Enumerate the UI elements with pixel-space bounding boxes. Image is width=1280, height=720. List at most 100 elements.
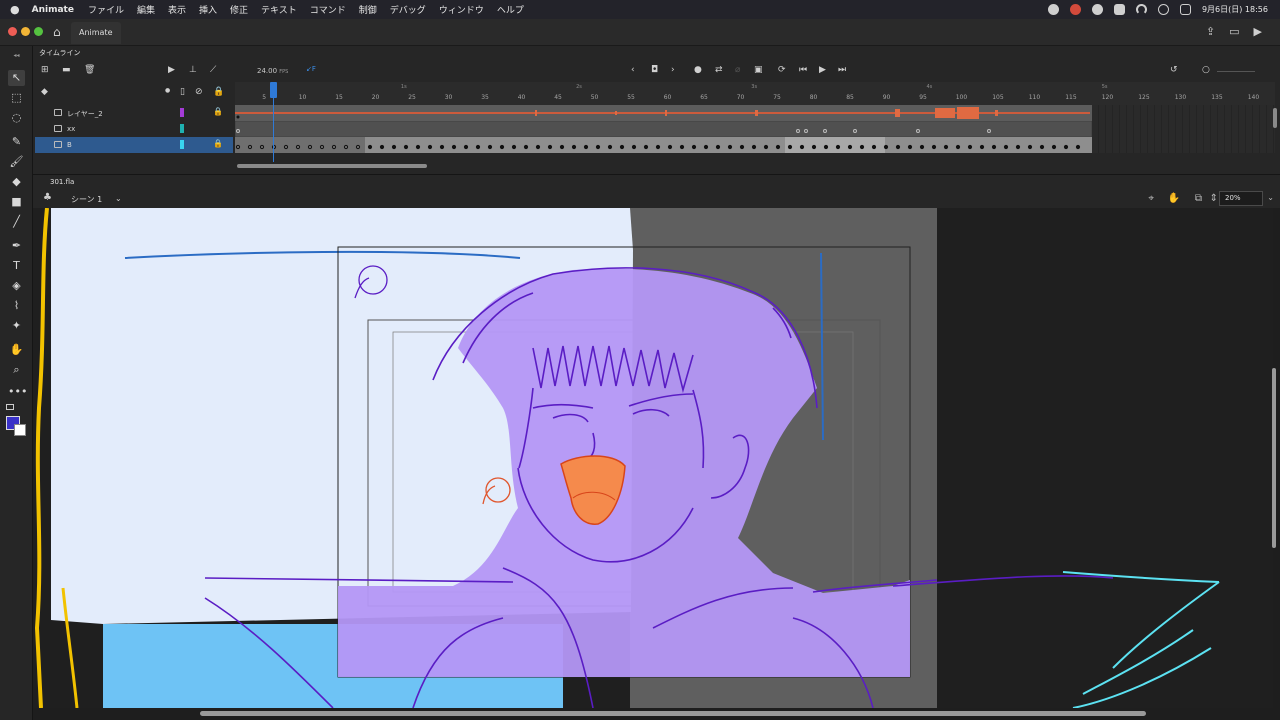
panel-toggle-icon[interactable]: ▭ [1229, 25, 1239, 38]
zoom-dropdown-icon[interactable]: ⌄ [1267, 193, 1274, 202]
prev-keyframe-icon[interactable]: ‹ [631, 65, 635, 75]
loop-icon[interactable]: ⟳ [778, 65, 786, 75]
free-transform-tool-icon[interactable]: ⬚ [8, 90, 25, 106]
menu-commands[interactable]: コマンド [310, 3, 346, 16]
layer-row-4-partial[interactable] [35, 153, 233, 162]
clip-content-icon[interactable]: ⧉ [1195, 193, 1202, 204]
timeline-zoom-slider[interactable] [1217, 71, 1255, 72]
timeline-zoom-thumb[interactable]: ○ [1202, 65, 1210, 75]
text-tool-icon[interactable]: T [8, 258, 25, 274]
menubar-clock[interactable]: 9月6日(日) 18:56 [1202, 4, 1268, 15]
fill-color-swatch[interactable] [14, 424, 26, 436]
hand-tool-icon[interactable]: ✋ [8, 342, 25, 358]
k-status-icon[interactable] [1091, 4, 1103, 15]
paint-bucket-tool-icon[interactable]: ◈ [8, 278, 25, 294]
layer-row-3[interactable]: B 🔒 [35, 137, 233, 153]
app-tab[interactable]: Animate [71, 22, 121, 44]
app-menu[interactable]: Animate [32, 5, 74, 15]
eraser-tool-icon[interactable]: ◆ [8, 174, 25, 190]
more-tools-icon[interactable]: ••• [8, 384, 27, 400]
playhead[interactable] [270, 82, 277, 98]
minimize-window-button[interactable] [21, 27, 30, 36]
menu-insert[interactable]: 挿入 [199, 3, 217, 16]
stage-vertical-scrollbar[interactable] [1272, 368, 1276, 548]
pin-tool-icon[interactable]: ✦ [8, 318, 25, 334]
frames-row-1[interactable] [235, 105, 1092, 121]
line-tool-icon[interactable]: ╱ [8, 214, 25, 230]
chevron-down-icon[interactable]: ⌄ [115, 194, 122, 203]
home-icon[interactable]: ⌂ [53, 25, 67, 39]
scene-selector[interactable]: シーン 1 [71, 194, 102, 205]
play-icon[interactable]: ▶ [819, 65, 826, 75]
layer-name[interactable]: レイヤー_2 [67, 109, 103, 119]
frame-ruler[interactable]: 5 10 15 20 25 30 35 40 45 50 55 60 65 70 75 80 85 90 95 100… [235, 82, 1275, 105]
tween-disabled-icon[interactable]: ⌀ [735, 65, 740, 75]
menu-text[interactable]: テキスト [261, 3, 297, 16]
layer-row-1[interactable]: レイヤー_2 🔒 [35, 105, 233, 121]
menu-edit[interactable]: 編集 [137, 3, 155, 16]
tools-collapse-icon[interactable]: ◂◂ [8, 48, 25, 64]
zoom-level-field[interactable]: 20% [1219, 191, 1263, 206]
layer-color-swatch[interactable] [180, 124, 184, 133]
go-to-last-icon[interactable]: ⏭ [838, 65, 846, 75]
frames-row-2[interactable] [234, 120, 1093, 138]
pencil-tool-icon[interactable]: ✎ [8, 134, 25, 150]
menu-help[interactable]: ヘルプ [497, 3, 524, 16]
menu-window[interactable]: ウィンドウ [439, 3, 484, 16]
visibility-column-icon[interactable]: ⊘ [195, 87, 203, 97]
edit-multiple-frames-icon[interactable]: ⇄ [715, 65, 723, 75]
close-window-button[interactable] [8, 27, 17, 36]
creative-cloud-icon[interactable] [1069, 4, 1081, 15]
lock-column-icon[interactable]: 🔒 [213, 87, 224, 97]
layer-color-swatch[interactable] [180, 140, 184, 149]
zoom-tool-icon[interactable]: ⌕ [8, 362, 25, 378]
test-movie-icon[interactable]: ▶ [1254, 25, 1262, 38]
menu-view[interactable]: 表示 [168, 3, 186, 16]
default-colors-icon[interactable] [6, 404, 14, 410]
layer-row-2[interactable]: xx [35, 121, 233, 137]
chat-status-icon[interactable] [1047, 4, 1059, 15]
wifi-icon[interactable] [1135, 4, 1147, 15]
menu-debug[interactable]: デバッグ [390, 3, 426, 16]
fps-display[interactable]: 24.00 FPS [257, 67, 288, 75]
eyedropper-tool-icon[interactable]: ⌇ [8, 298, 25, 314]
timeline-horizontal-scrollbar[interactable] [237, 164, 427, 168]
stage-canvas[interactable] [33, 208, 1273, 708]
layer-name[interactable]: B [67, 141, 72, 149]
new-folder-icon[interactable]: ▬ [62, 65, 71, 75]
share-icon[interactable]: ⇪ [1206, 25, 1215, 38]
rectangle-tool-icon[interactable]: ■ [8, 194, 25, 210]
input-method-icon[interactable] [1113, 4, 1125, 15]
layer-name[interactable]: xx [67, 125, 75, 133]
menu-modify[interactable]: 修正 [230, 3, 248, 16]
graph-icon[interactable]: ⟋ [210, 65, 216, 75]
go-to-first-icon[interactable]: ⏮ [799, 65, 807, 75]
timeline-vertical-scrollbar[interactable] [1273, 108, 1277, 128]
outline-column-icon[interactable]: ▯ [180, 87, 185, 97]
frames-row-3[interactable] [235, 137, 1092, 153]
zoom-stepper-icon[interactable]: ⇕ [1210, 193, 1218, 204]
menu-control[interactable]: 制御 [359, 3, 377, 16]
layers-stack-icon[interactable]: ◆ [41, 87, 48, 97]
pen-tool-icon[interactable]: ✒ [8, 238, 25, 254]
lock-icon[interactable]: 🔒 [213, 107, 223, 116]
insert-frame-icon[interactable]: ▣ [754, 65, 763, 75]
camera-icon[interactable]: ▶ [168, 65, 175, 75]
document-tab[interactable]: 301.fla [50, 178, 74, 186]
delete-layer-icon[interactable]: 🗑 [84, 65, 95, 75]
stage-horizontal-scrollbar[interactable] [200, 711, 1146, 716]
reset-scale-icon[interactable]: ↺ [1170, 65, 1178, 75]
new-layer-icon[interactable]: ⊞ [41, 65, 49, 75]
lock-icon[interactable]: 🔒 [213, 139, 223, 148]
control-center-icon[interactable] [1179, 4, 1191, 15]
spotlight-search-icon[interactable] [1157, 4, 1169, 15]
layer-parenting-icon[interactable]: ⊥ [189, 65, 197, 75]
apple-menu-icon[interactable]: ● [10, 3, 20, 16]
snap-to-center-icon[interactable]: ⌖ [1148, 193, 1154, 204]
lasso-tool-icon[interactable]: ◌ [8, 110, 25, 126]
menu-file[interactable]: ファイル [88, 3, 124, 16]
onion-skin-icon[interactable]: ● [694, 65, 702, 75]
insert-keyframe-icon[interactable]: ◘ [651, 65, 658, 75]
zoom-window-button[interactable] [34, 27, 43, 36]
selection-tool-icon[interactable]: ↖ [8, 70, 25, 86]
